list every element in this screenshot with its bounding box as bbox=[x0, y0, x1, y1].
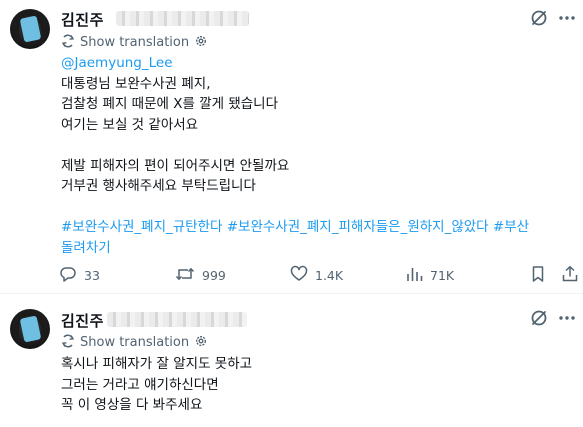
grok-icon[interactable] bbox=[529, 308, 549, 332]
text-line: 꼭 이 영상을 다 봐주세요 bbox=[61, 397, 203, 413]
repost-button[interactable]: 999 bbox=[175, 265, 226, 286]
text-line bbox=[61, 135, 529, 156]
view-count: 71K bbox=[430, 268, 455, 283]
views-button[interactable]: 71K bbox=[405, 265, 454, 286]
text-line: 혹시나 피해자가 잘 알지도 못하고 bbox=[61, 356, 253, 372]
tweet[interactable]: 김진주 Show translation bbox=[0, 295, 583, 427]
author-name[interactable]: 김진주 bbox=[61, 9, 104, 30]
reply-count: 33 bbox=[84, 268, 100, 283]
author-name[interactable]: 김진주 bbox=[61, 310, 104, 331]
share-button[interactable] bbox=[561, 265, 579, 286]
repost-icon bbox=[175, 265, 195, 286]
tweet[interactable]: 김진주 Show translation bbox=[0, 0, 583, 294]
like-button[interactable]: 1.4K bbox=[290, 265, 343, 286]
text-line bbox=[61, 197, 529, 218]
views-chart-icon bbox=[405, 265, 423, 286]
share-icon bbox=[561, 265, 579, 286]
more-options-icon[interactable] bbox=[557, 309, 577, 331]
avatar[interactable] bbox=[10, 9, 50, 49]
text-line: 검찰청 폐지 때문에 X를 깔게 됐습니다 bbox=[61, 96, 279, 112]
more-options-icon[interactable] bbox=[557, 9, 577, 31]
show-translation-label[interactable]: Show translation bbox=[80, 335, 189, 350]
translate-icon bbox=[61, 333, 75, 352]
text-line: 제발 피해자의 편이 되어주시면 안될까요 bbox=[61, 157, 290, 174]
reply-icon bbox=[59, 265, 77, 286]
show-translation[interactable]: Show translation bbox=[61, 33, 208, 51]
settings-gear-icon[interactable] bbox=[194, 333, 208, 352]
mention-link[interactable]: @Jaemyung_Lee bbox=[61, 55, 173, 71]
heart-icon bbox=[290, 265, 308, 286]
avatar[interactable] bbox=[10, 309, 50, 349]
blurred-handle bbox=[107, 312, 247, 327]
hashtag-links[interactable]: 돌려차기 bbox=[61, 238, 529, 259]
action-bar: 33 999 1.4K 71K bbox=[59, 265, 579, 285]
text-line: 거부권 행사해주세요 부탁드립니다 bbox=[61, 178, 256, 194]
repost-count: 999 bbox=[202, 268, 226, 283]
bookmark-button[interactable] bbox=[529, 265, 547, 286]
show-translation[interactable]: Show translation bbox=[61, 333, 208, 351]
text-line: 여기는 보실 것 같아서요 bbox=[61, 116, 199, 133]
hashtag-links[interactable]: #보완수사권_폐지_규탄한다 #보완수사권_폐지_피해자들은_원하지_않았다 #… bbox=[61, 217, 529, 238]
text-line: 그러는 거라고 얘기하신다면 bbox=[61, 376, 219, 393]
settings-gear-icon[interactable] bbox=[194, 33, 208, 52]
tweet-text: @Jaemyung_Lee 대통령님 보완수사권 폐지, 검찰청 폐지 때문에 … bbox=[61, 53, 529, 258]
reply-button[interactable]: 33 bbox=[59, 265, 100, 286]
translate-icon bbox=[61, 33, 75, 52]
bookmark-icon bbox=[529, 265, 547, 286]
text-line: 대통령님 보완수사권 폐지, bbox=[61, 75, 211, 92]
blurred-handle bbox=[116, 11, 249, 26]
show-translation-label[interactable]: Show translation bbox=[80, 35, 189, 50]
like-count: 1.4K bbox=[315, 268, 344, 283]
grok-icon[interactable] bbox=[529, 8, 549, 32]
tweet-text: 혹시나 피해자가 잘 알지도 못하고 그러는 거라고 얘기하신다면 꼭 이 영상… bbox=[61, 354, 252, 416]
